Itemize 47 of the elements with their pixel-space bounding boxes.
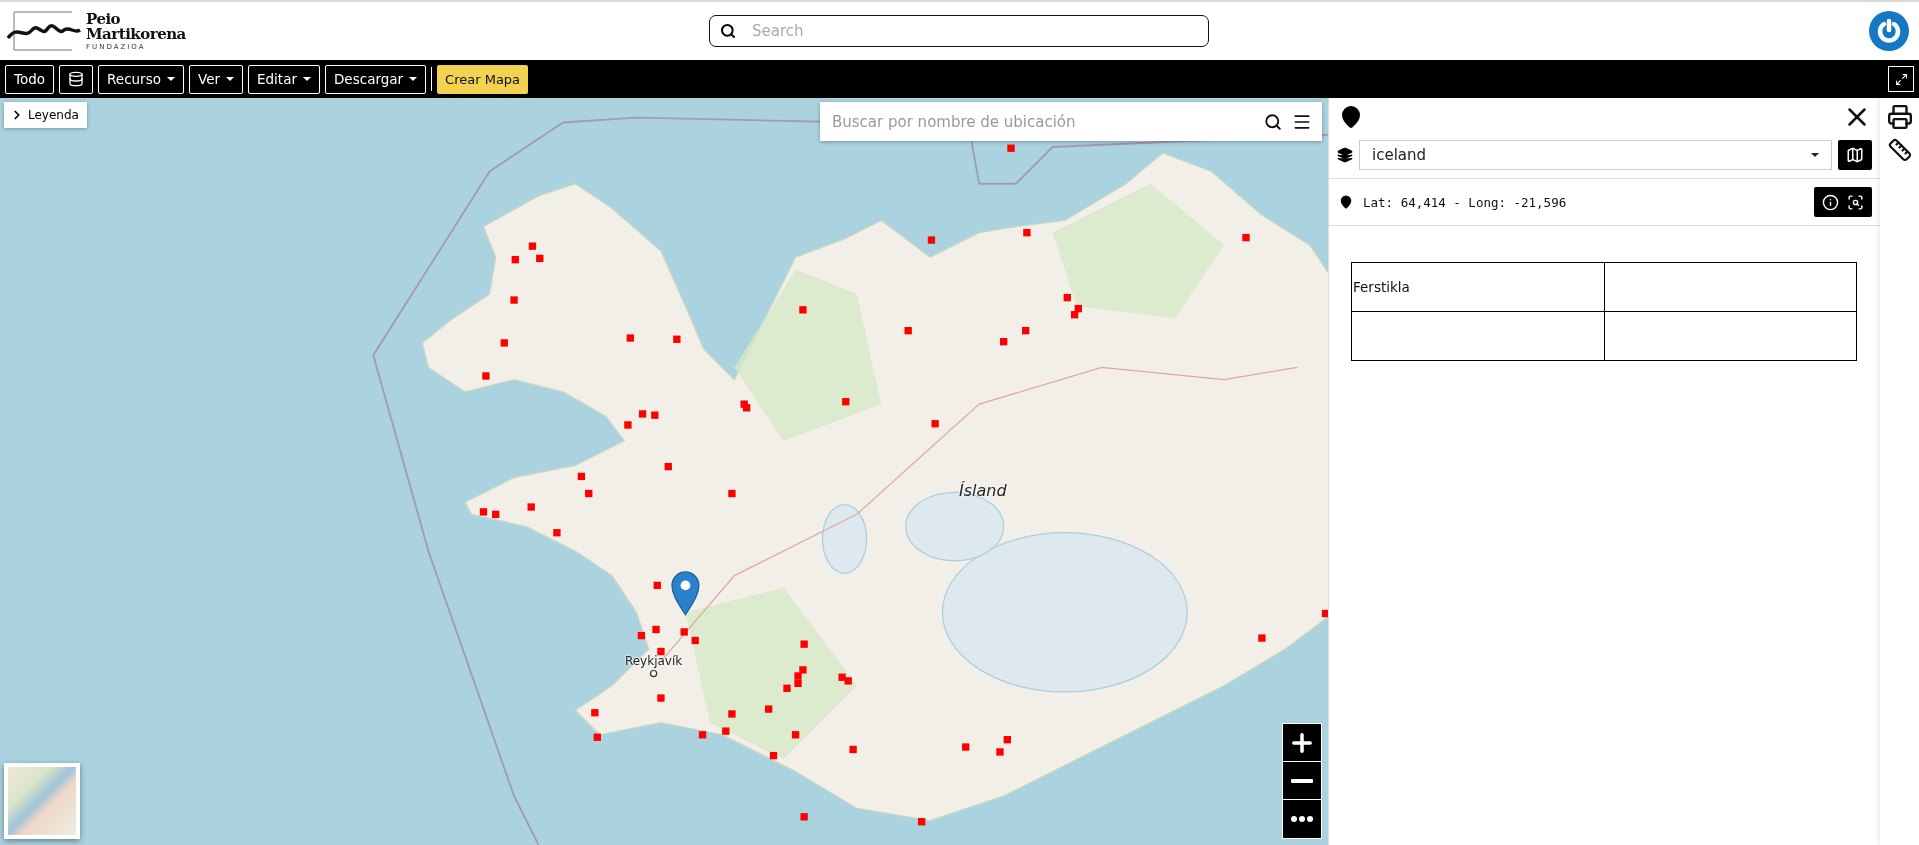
- map-pin-icon: [1339, 105, 1363, 129]
- minimap-thumbnail[interactable]: [4, 763, 80, 839]
- map-icon: [1846, 146, 1864, 164]
- search-field[interactable]: Search: [709, 15, 1209, 47]
- layer-select[interactable]: iceland: [1359, 140, 1832, 170]
- zoom-in-button[interactable]: [1283, 724, 1321, 762]
- coordinates-text: Lat: 64,414 - Long: -21,596: [1363, 194, 1568, 210]
- caret-icon: [409, 77, 418, 81]
- map-pin-icon: [1339, 195, 1353, 209]
- caret-icon: [166, 77, 175, 81]
- more-icon: [1291, 816, 1313, 822]
- wave-logo-icon: [6, 10, 82, 52]
- fullscreen-button[interactable]: [1888, 66, 1914, 92]
- power-button[interactable]: [1869, 11, 1909, 51]
- more-button[interactable]: [1283, 800, 1321, 838]
- database-button[interactable]: [59, 64, 94, 94]
- menu-dropdown[interactable]: Descargar: [324, 64, 427, 94]
- printer-icon: [1886, 104, 1913, 130]
- measure-button[interactable]: [1887, 138, 1912, 162]
- search-icon: [1264, 112, 1282, 131]
- menu-dropdown[interactable]: Ver: [188, 64, 243, 94]
- info-icon[interactable]: [1822, 193, 1839, 211]
- menu-dropdown[interactable]: Recurso: [98, 64, 184, 94]
- brand-name: Peio: [86, 11, 122, 27]
- print-button[interactable]: [1886, 104, 1913, 130]
- caret-icon: [226, 77, 234, 81]
- search-button[interactable]: [1264, 112, 1282, 131]
- minus-icon: [1291, 778, 1313, 783]
- map-button[interactable]: [1838, 140, 1872, 170]
- legend-button[interactable]: Leyenda: [4, 102, 87, 128]
- ruler-icon: [1887, 138, 1912, 162]
- caret-icon: [1811, 153, 1819, 157]
- zoom-out-button[interactable]: [1283, 762, 1321, 800]
- toolbar-button[interactable]: Todo: [5, 64, 55, 94]
- expand-icon: [1894, 72, 1908, 86]
- location-search-field[interactable]: Buscar por nombre de ubicación: [820, 102, 1322, 141]
- database-icon: [68, 71, 85, 87]
- menu-dropdown[interactable]: Editar: [248, 64, 320, 94]
- map-place-label: Ísland: [959, 480, 1007, 500]
- layers-icon: [1337, 147, 1353, 163]
- search-icon: [720, 23, 736, 39]
- brand-name: Martikorena: [86, 26, 186, 42]
- map-place-label: Reykjavík: [624, 654, 683, 669]
- table-cell: Ferstikla: [1351, 262, 1604, 312]
- power-icon: [1876, 18, 1902, 44]
- create-map-button[interactable]: Crear Mapa: [437, 64, 529, 94]
- caret-icon: [302, 77, 311, 81]
